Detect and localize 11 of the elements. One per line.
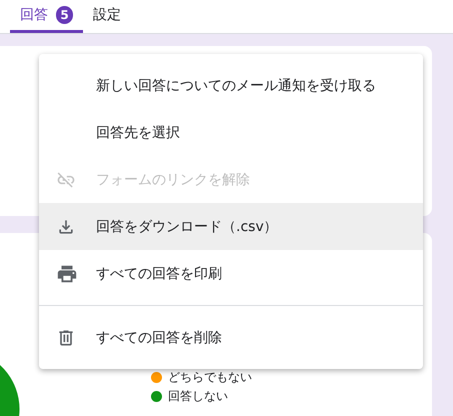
- menu-item[interactable]: すべての回答を削除: [39, 314, 423, 361]
- menu-item[interactable]: 回答をダウンロード（.csv）: [39, 203, 423, 250]
- unlink-icon: [56, 170, 76, 190]
- legend-label: どちらでもない: [168, 369, 252, 386]
- menu-item[interactable]: 新しい回答についてのメール通知を受け取る: [39, 62, 423, 109]
- legend-label: 回答しない: [168, 388, 228, 405]
- menu-item[interactable]: すべての回答を印刷: [39, 250, 423, 297]
- pie-chart-drawing: [0, 365, 20, 416]
- count-badge: 5: [56, 6, 73, 24]
- tab[interactable]: 設定: [83, 0, 131, 33]
- menu-item[interactable]: 回答先を選択: [39, 109, 423, 156]
